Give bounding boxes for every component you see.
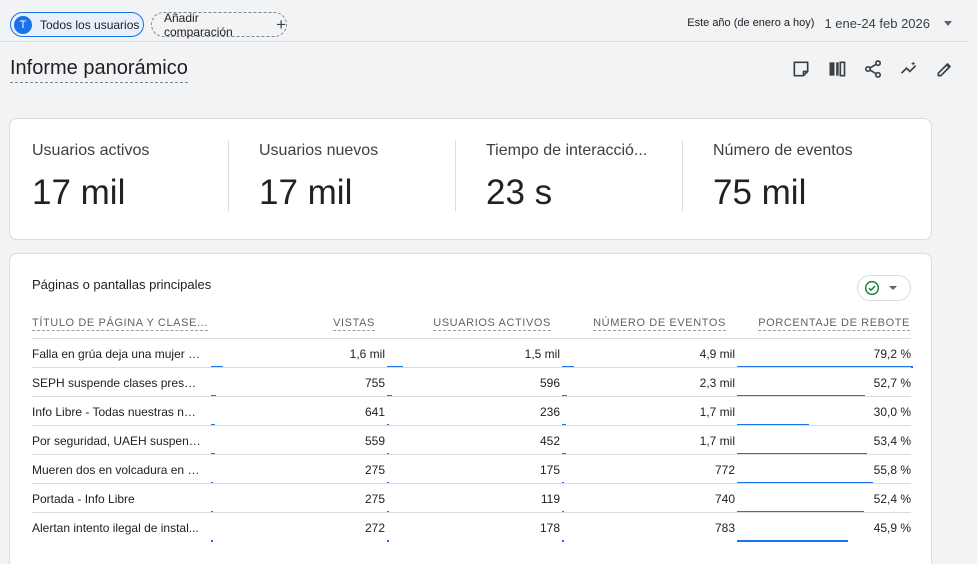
kpi-label: Usuarios nuevos xyxy=(259,142,379,159)
events-cell: 772 xyxy=(714,463,735,477)
page-title-cell[interactable]: Mueren dos en volcadura en la... xyxy=(32,463,202,477)
column-header-event-count[interactable]: NÚMERO DE EVENTOS xyxy=(593,317,726,331)
bounce-cell: 52,4 % xyxy=(873,492,911,506)
table-row[interactable]: Portada - Info Libre 275 119 740 52,4 % xyxy=(32,484,911,513)
kpi-value: 23 s xyxy=(486,173,553,212)
kpi-value: 17 mil xyxy=(259,173,353,212)
kpi-label: Tiempo de interacció... xyxy=(486,142,648,159)
top-pages-card: Páginas o pantallas principales TÍTULO D… xyxy=(9,253,932,564)
segment-label: Todos los usuarios xyxy=(40,17,140,32)
plus-icon: + xyxy=(276,15,286,34)
share-button[interactable] xyxy=(861,58,885,80)
views-cell: 559 xyxy=(364,434,385,448)
insights-button[interactable] xyxy=(897,58,921,80)
events-cell: 1,7 mil xyxy=(699,434,735,448)
table-row[interactable]: Mueren dos en volcadura en la... 275 175 77… xyxy=(32,455,911,484)
card-title: Páginas o pantallas principales xyxy=(32,277,212,292)
events-share-bar xyxy=(562,540,564,542)
users-cell: 596 xyxy=(539,376,560,390)
views-cell: 641 xyxy=(364,405,385,419)
views-share-bar xyxy=(211,540,213,542)
insights-icon xyxy=(900,61,917,74)
bounce-cell: 45,9 % xyxy=(873,521,911,535)
page-title-cell[interactable]: Falla en grúa deja una mujer si... xyxy=(32,347,202,361)
edit-icon xyxy=(937,63,951,77)
edit-button[interactable] xyxy=(933,58,957,80)
column-header-active-users[interactable]: USUARIOS ACTIVOS xyxy=(433,317,551,331)
events-cell: 783 xyxy=(714,521,735,535)
page-title[interactable]: Informe panorámico xyxy=(10,57,188,83)
users-cell: 1,5 mil xyxy=(524,347,560,361)
users-cell: 175 xyxy=(539,463,560,477)
table-row[interactable]: SEPH suspende clases presen... 755 596 2,3 … xyxy=(32,368,911,397)
bounce-cell: 52,7 % xyxy=(873,376,911,390)
bounce-cell: 30,0 % xyxy=(873,405,911,419)
compare-columns-icon xyxy=(829,61,846,77)
column-header-views[interactable]: VISTAS xyxy=(333,317,375,331)
chevron-down-icon xyxy=(889,286,897,290)
users-cell: 236 xyxy=(539,405,560,419)
views-cell: 272 xyxy=(364,521,385,535)
users-share-bar xyxy=(387,540,389,542)
kpi-label: Número de eventos xyxy=(713,142,853,159)
page-title-cell[interactable]: Portada - Info Libre xyxy=(32,492,202,506)
users-cell: 178 xyxy=(539,521,560,535)
kpi-value: 17 mil xyxy=(32,173,126,212)
events-cell: 740 xyxy=(714,492,735,506)
views-cell: 1,6 mil xyxy=(349,347,385,361)
page-title-cell[interactable]: SEPH suspende clases presen... xyxy=(32,376,202,390)
events-cell: 2,3 mil xyxy=(699,376,735,390)
kpi-divider xyxy=(455,140,456,211)
segment-avatar: T xyxy=(14,15,32,34)
page-title-cell[interactable]: Por seguridad, UAEH suspend... xyxy=(32,434,202,448)
note-button[interactable] xyxy=(789,58,813,80)
note-icon xyxy=(793,61,809,77)
views-cell: 755 xyxy=(364,376,385,390)
share-icon xyxy=(865,60,881,78)
data-quality-dropdown[interactable] xyxy=(857,275,911,301)
add-comparison-button[interactable]: Añadir comparación + xyxy=(151,10,287,39)
events-cell: 1,7 mil xyxy=(699,405,735,419)
bounce-share-bar xyxy=(737,540,848,542)
views-cell: 275 xyxy=(364,463,385,477)
table-row[interactable]: Por seguridad, UAEH suspend... 559 452 1,7 … xyxy=(32,426,911,455)
add-comparison-label: Añadir comparación xyxy=(164,10,233,39)
events-cell: 4,9 mil xyxy=(699,347,735,361)
date-range-caption: Este año (de enero a hoy) xyxy=(687,17,815,29)
kpi-label: Usuarios activos xyxy=(32,142,150,159)
date-range-value: 1 ene-24 feb 2026 xyxy=(824,15,930,31)
kpi-divider xyxy=(682,140,683,211)
users-cell: 119 xyxy=(540,492,560,506)
column-header-page-title[interactable]: TÍTULO DE PÁGINA Y CLASE... xyxy=(32,317,208,331)
report-toolbar xyxy=(789,58,957,80)
page-title-cell[interactable]: Info Libre - Todas nuestras not... xyxy=(32,405,202,419)
date-range-picker[interactable]: Este año (de enero a hoy) 1 ene-24 feb 2… xyxy=(687,13,952,33)
bounce-cell: 53,4 % xyxy=(873,434,911,448)
check-circle-icon xyxy=(864,280,880,296)
column-header-bounce-rate[interactable]: PORCENTAJE DE REBOTE xyxy=(758,317,910,331)
bounce-cell: 79,2 % xyxy=(873,347,911,361)
table-row[interactable]: Falla en grúa deja una mujer si... 1,6 mi… xyxy=(32,339,913,368)
chevron-down-icon xyxy=(944,20,952,26)
kpi-card: Usuarios activos 17 mil Usuarios nuevos … xyxy=(9,118,932,240)
top-bar: T Todos los usuarios Añadir comparación … xyxy=(0,0,967,42)
compare-columns-button[interactable] xyxy=(825,58,849,80)
table-row[interactable]: Alertan intento ilegal de instal... 272 17… xyxy=(32,513,911,542)
kpi-value: 75 mil xyxy=(713,173,807,212)
users-cell: 452 xyxy=(539,434,560,448)
page-title-cell[interactable]: Alertan intento ilegal de instal... xyxy=(32,521,202,535)
table-row[interactable]: Info Libre - Todas nuestras not... 641 236… xyxy=(32,397,911,426)
views-cell: 275 xyxy=(364,492,385,506)
segment-chip-all-users[interactable]: T Todos los usuarios xyxy=(10,12,144,37)
kpi-divider xyxy=(228,140,229,211)
bounce-cell: 55,8 % xyxy=(873,463,911,477)
